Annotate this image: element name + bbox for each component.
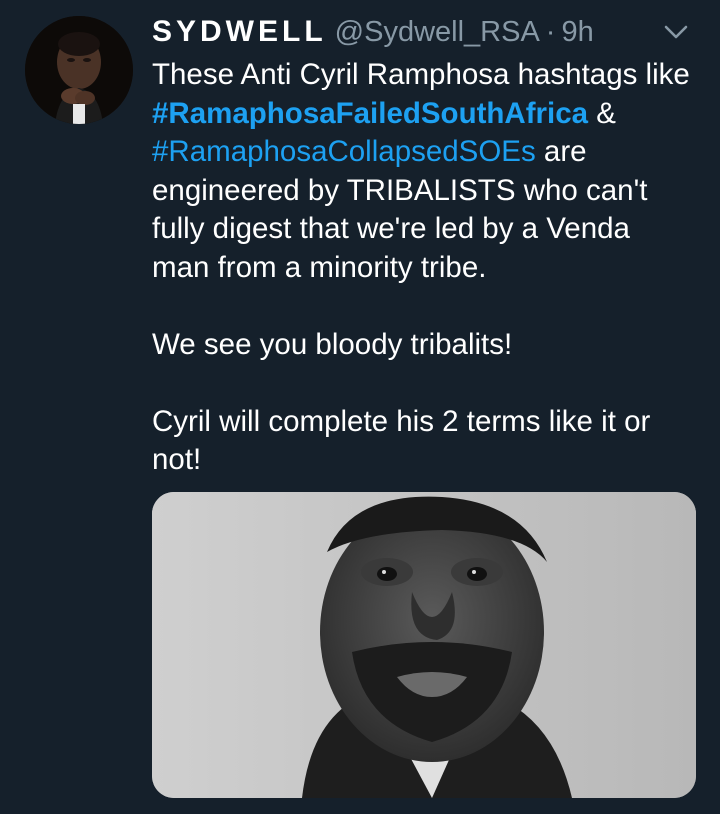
tweet-header: SYDWELL @Sydwell_RSA · 9h: [152, 14, 692, 50]
tweet-line: These Anti Cyril Ramphosa hashtags like: [152, 58, 690, 91]
separator-dot: ·: [545, 15, 556, 48]
tweet-text-fragment: are: [535, 135, 587, 168]
tweet-text: These Anti Cyril Ramphosa hashtags like …: [152, 56, 702, 480]
timestamp[interactable]: 9h: [561, 16, 593, 49]
display-name[interactable]: SYDWELL: [152, 15, 327, 49]
ampersand-text: &: [588, 96, 616, 130]
avatar[interactable]: [25, 16, 133, 124]
tweet-line: Cyril will complete his 2 terms like it …: [152, 404, 651, 438]
hashtag-link[interactable]: #RamaphosaCollapsedSOEs: [152, 135, 536, 168]
tweet-line: man from a minority tribe.: [152, 250, 487, 284]
user-handle[interactable]: @Sydwell_RSA: [335, 16, 540, 49]
tweet-line: #RamaphosaCollapsedSOEs are: [152, 133, 702, 172]
tweet-line: engineered by TRIBALISTS who can't: [152, 173, 648, 207]
tweet-line: not!: [152, 443, 202, 476]
chevron-down-icon[interactable]: [663, 22, 689, 42]
tweet-paragraph: We see you bloody tribalits!: [152, 327, 513, 361]
tweet: SYDWELL @Sydwell_RSA · 9h These Anti Cyr…: [0, 0, 720, 814]
tweet-line: #RamaphosaFailedSouthAfrica &: [152, 95, 702, 134]
tweet-line: fully digest that we're led by a Venda: [152, 212, 630, 245]
tweet-photo[interactable]: [152, 492, 696, 798]
hashtag-link[interactable]: #RamaphosaFailedSouthAfrica: [152, 97, 588, 130]
